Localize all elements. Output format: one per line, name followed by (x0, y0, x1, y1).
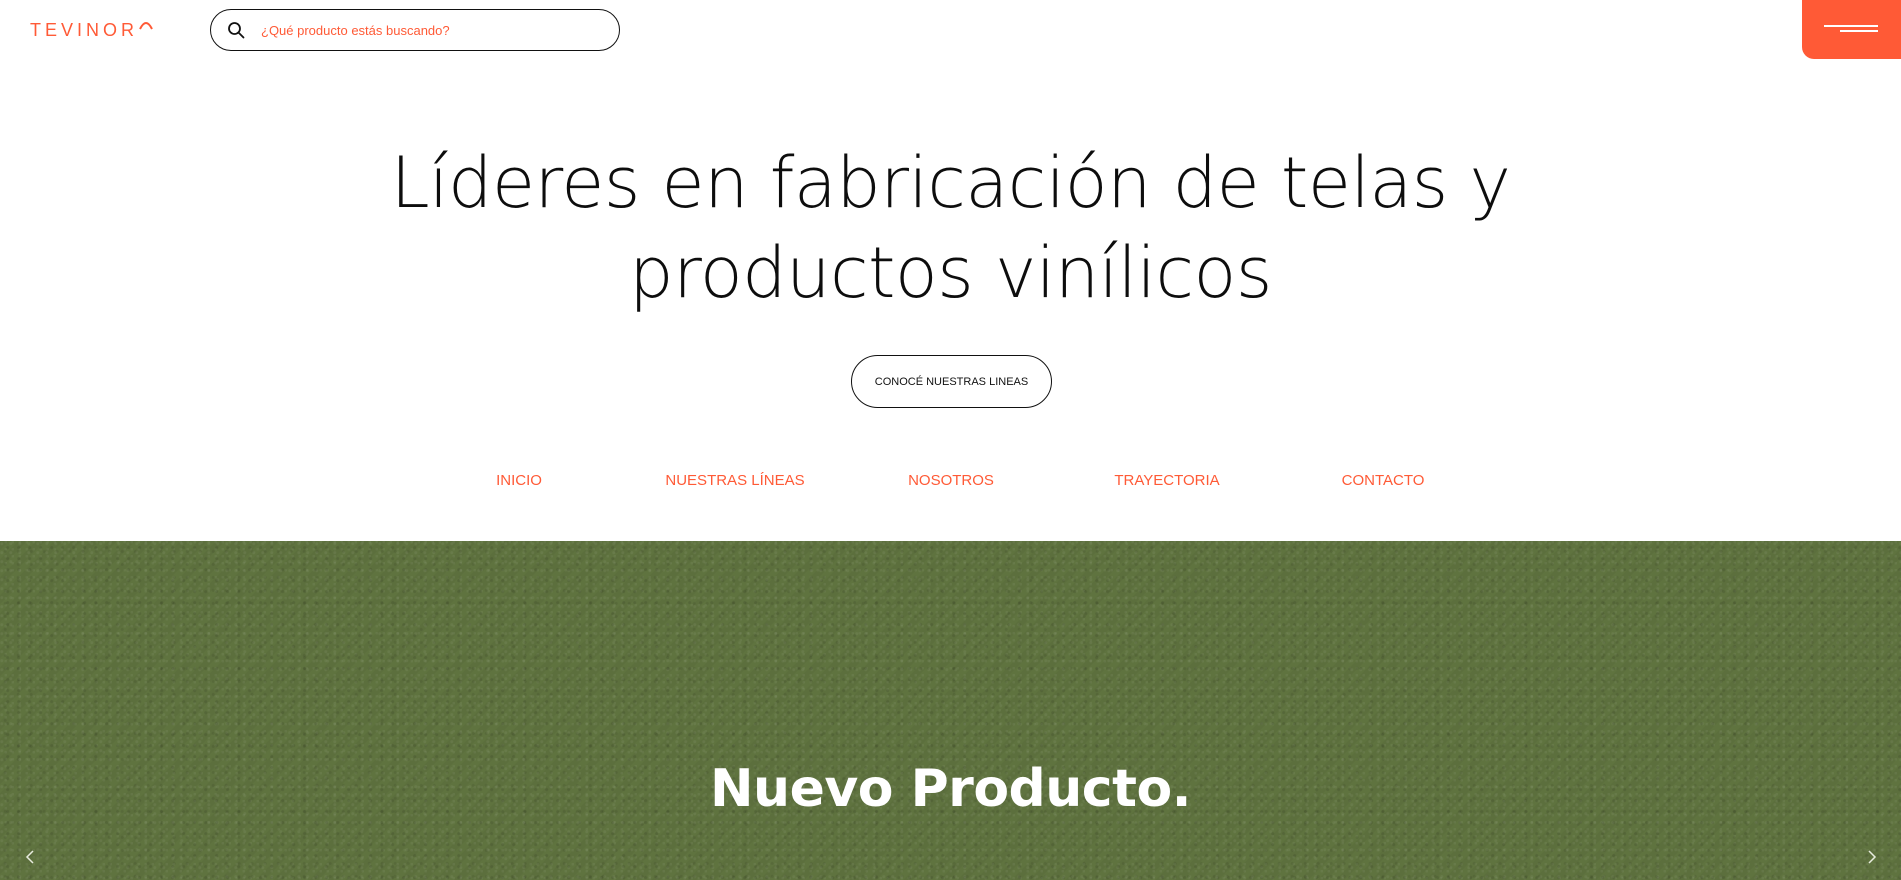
main-nav: INICIO NUESTRAS LÍNEAS NOSOTROS TRAYECTO… (0, 472, 1901, 494)
search-icon[interactable] (227, 21, 245, 39)
cta-button[interactable]: CONOCÉ NUESTRAS LINEAS (851, 355, 1052, 408)
logo-arc-icon (139, 22, 153, 30)
tevinor-logo[interactable]: TEVINOR (30, 18, 153, 42)
search-input[interactable] (259, 21, 589, 39)
nav-item-inicio[interactable]: INICIO (496, 472, 542, 489)
banner-title: Nuevo Producto. (710, 759, 1191, 819)
nav-item-trayectoria[interactable]: TRAYECTORIA (1114, 472, 1219, 489)
site-header: TEVINOR (0, 0, 1901, 60)
chevron-left-icon[interactable] (20, 847, 40, 867)
nav-item-contacto[interactable]: CONTACTO (1342, 472, 1425, 489)
hero-title: Líderes en fabricación de telas y produc… (0, 138, 1901, 318)
logo-text: TEVINOR (30, 20, 139, 40)
menu-button[interactable] (1802, 0, 1901, 59)
hero-banner: Nuevo Producto. (0, 541, 1901, 880)
nav-item-nosotros[interactable]: NOSOTROS (908, 472, 994, 489)
chevron-right-icon[interactable] (1862, 847, 1882, 867)
nav-item-nuestras-lineas[interactable]: NUESTRAS LÍNEAS (665, 472, 804, 489)
hero-title-line-1: Líderes en fabricación de telas y (390, 142, 1511, 224)
hero-title-line-2: productos vinílicos (629, 232, 1272, 314)
search-bar[interactable] (210, 9, 620, 51)
